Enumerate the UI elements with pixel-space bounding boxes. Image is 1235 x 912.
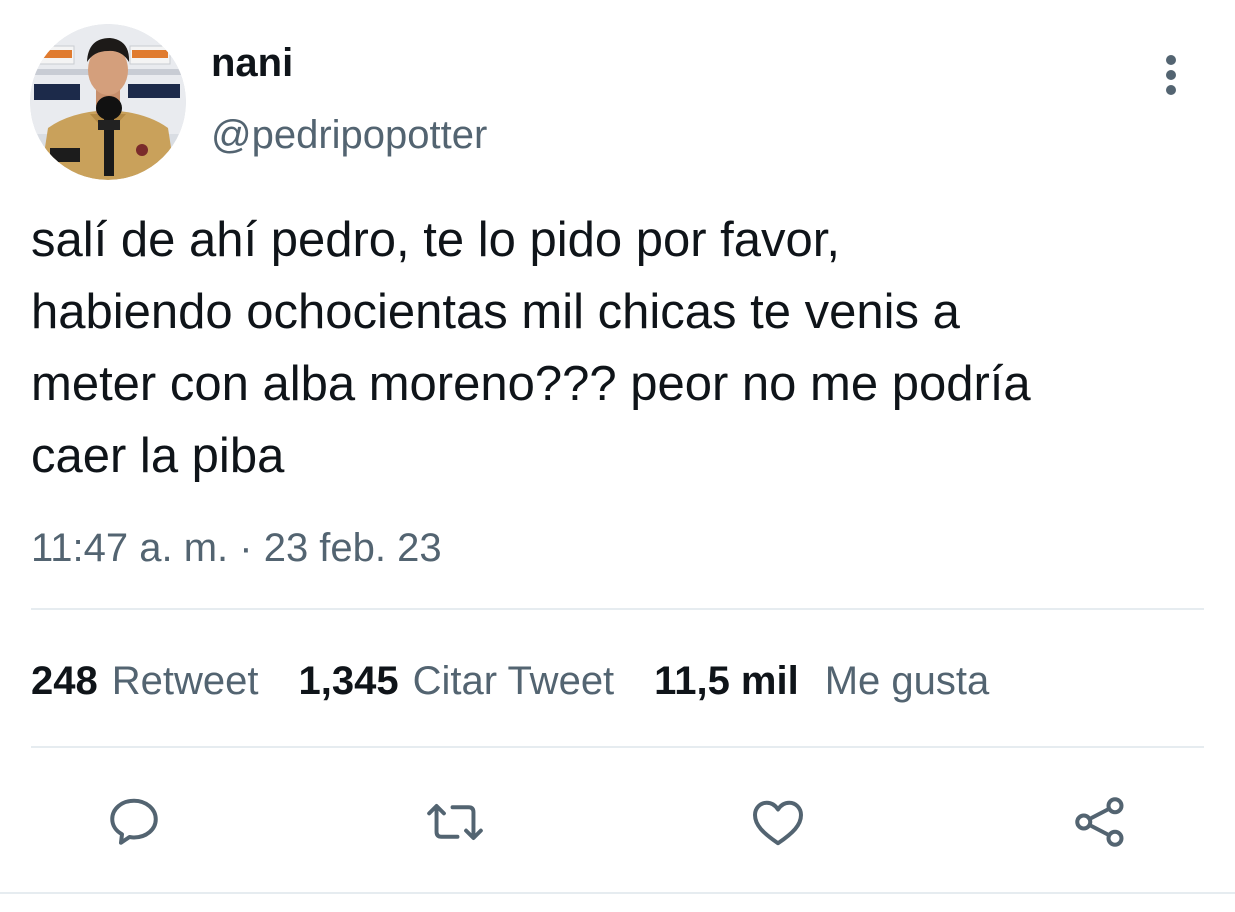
quotes-stat[interactable]: 1,345 Citar Tweet bbox=[299, 654, 615, 708]
tweet-timestamp[interactable]: 11:47 a. m. · 23 feb. 23 bbox=[31, 522, 442, 574]
share-icon bbox=[1075, 797, 1124, 847]
likes-count: 11,5 mil bbox=[654, 659, 799, 703]
more-vertical-icon bbox=[1166, 55, 1176, 95]
more-options-button[interactable] bbox=[1150, 52, 1192, 98]
display-name[interactable]: nani bbox=[211, 38, 293, 88]
reply-button[interactable] bbox=[100, 788, 168, 856]
share-button[interactable] bbox=[1066, 788, 1134, 856]
divider bbox=[31, 608, 1204, 610]
divider bbox=[0, 892, 1235, 894]
tweet-detail: nani @pedripopotter salí de ahí pedro, t… bbox=[0, 0, 1235, 912]
retweets-count: 248 bbox=[31, 659, 98, 703]
avatar[interactable] bbox=[30, 24, 186, 180]
retweets-stat[interactable]: 248 Retweet bbox=[31, 654, 259, 708]
divider bbox=[31, 746, 1204, 748]
tweet-text: salí de ahí pedro, te lo pido por favor,… bbox=[31, 213, 1031, 483]
profile-photo-icon bbox=[30, 24, 186, 180]
retweets-label: Retweet bbox=[111, 659, 259, 703]
likes-label: Me gusta bbox=[824, 659, 990, 703]
retweet-icon bbox=[427, 804, 483, 840]
retweet-button[interactable] bbox=[421, 788, 489, 856]
like-button[interactable] bbox=[744, 788, 812, 856]
comment-icon bbox=[110, 798, 158, 845]
quotes-label: Citar Tweet bbox=[412, 659, 615, 703]
likes-stat[interactable]: 11,5 mil Me gusta bbox=[654, 654, 989, 708]
heart-icon bbox=[753, 800, 803, 846]
user-handle[interactable]: @pedripopotter bbox=[211, 110, 487, 160]
quotes-count: 1,345 bbox=[298, 659, 399, 703]
tweet-stats: 248 Retweet 1,345 Citar Tweet 11,5 mil M… bbox=[31, 654, 1029, 708]
